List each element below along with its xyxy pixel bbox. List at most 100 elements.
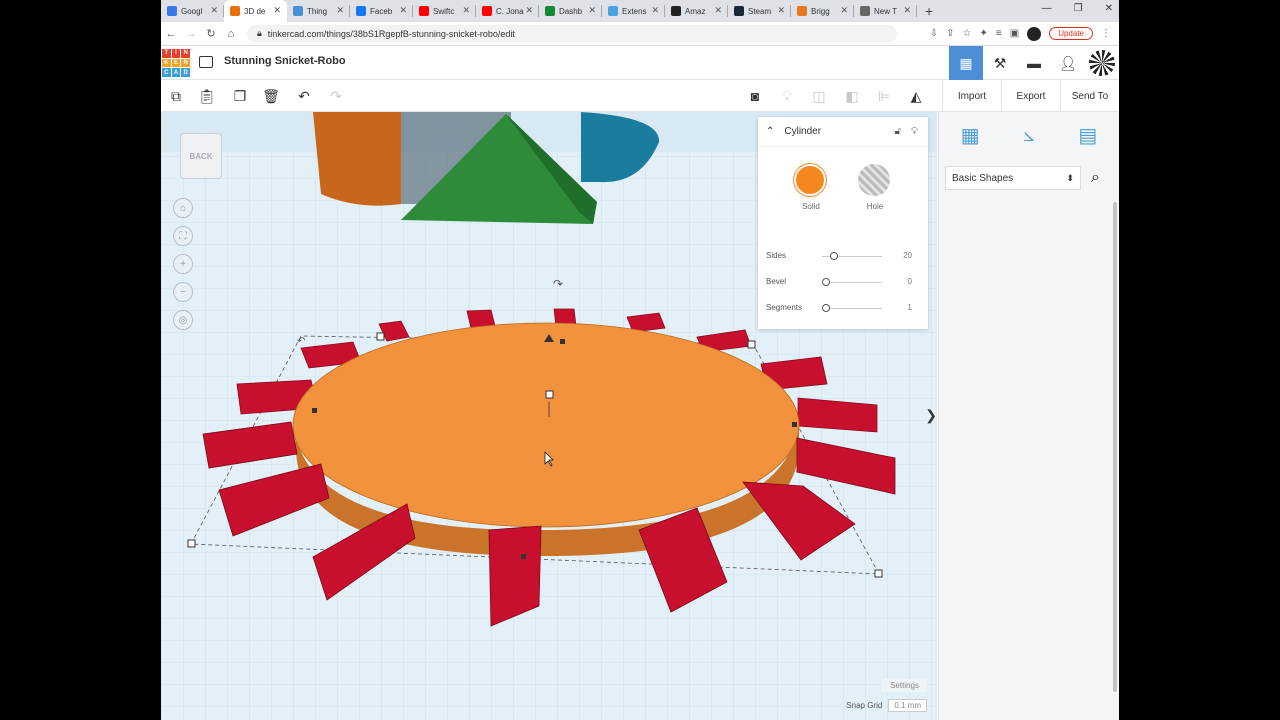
align-icon[interactable]: ⊫ bbox=[874, 86, 894, 106]
tab-close-icon[interactable]: ✕ bbox=[399, 5, 407, 16]
design-list-icon[interactable] bbox=[199, 56, 213, 68]
sides-slider[interactable] bbox=[830, 252, 838, 260]
browser-tab[interactable]: Swiftc ✕ bbox=[413, 0, 476, 22]
duplicate-icon[interactable]: ❐ bbox=[230, 86, 250, 106]
undo-icon[interactable]: ↶ bbox=[294, 86, 314, 106]
sidepanel-icon[interactable]: ▣ bbox=[1010, 28, 1019, 39]
mirror-icon[interactable]: ◭ bbox=[906, 86, 926, 106]
forward-icon[interactable]: → bbox=[181, 28, 201, 40]
browser-tab[interactable]: Faceb ✕ bbox=[350, 0, 413, 22]
segments-value[interactable]: 1 bbox=[908, 303, 912, 312]
rotate-handle-icon[interactable]: ↷ bbox=[553, 277, 563, 291]
extensions-icon[interactable]: ✦ bbox=[980, 28, 988, 39]
browser-tab[interactable]: Steam ✕ bbox=[728, 0, 791, 22]
bevel-track[interactable] bbox=[822, 282, 882, 283]
fit-view-icon[interactable]: ⛶ bbox=[173, 226, 193, 246]
copy-icon[interactable]: ⧉ bbox=[166, 86, 186, 106]
tab-close-icon[interactable]: ✕ bbox=[588, 5, 596, 16]
grid-view-icon[interactable]: ▦ bbox=[961, 123, 980, 148]
bookmark-star-icon[interactable]: ☆ bbox=[963, 28, 972, 39]
ungroup-icon[interactable]: ◧ bbox=[842, 86, 862, 106]
browser-tab[interactable]: 3D de ✕ bbox=[224, 0, 287, 22]
tab-close-icon[interactable]: ✕ bbox=[651, 5, 659, 16]
visibility-bulb-icon[interactable]: 💡︎ bbox=[911, 126, 918, 137]
view-cube[interactable]: BACK bbox=[180, 133, 222, 179]
tab-close-icon[interactable]: ✕ bbox=[714, 5, 722, 16]
home-view-icon[interactable]: ⌂ bbox=[173, 198, 193, 218]
segments-slider[interactable] bbox=[822, 304, 830, 312]
browser-tab[interactable]: New T ✕ bbox=[854, 0, 917, 22]
orange-disc-top[interactable] bbox=[292, 322, 800, 528]
redo-icon[interactable]: ↷ bbox=[326, 86, 346, 106]
browser-tab[interactable]: Amaz ✕ bbox=[665, 0, 728, 22]
bevel-slider[interactable] bbox=[822, 278, 830, 286]
menu-dots-icon[interactable]: ⋮ bbox=[1101, 28, 1111, 39]
delete-icon[interactable]: 🗑︎ bbox=[261, 86, 281, 106]
browser-tab[interactable]: C. Jona ✕ bbox=[476, 0, 539, 22]
perspective-icon[interactable]: ◎ bbox=[173, 310, 193, 330]
settings-button[interactable]: Settings bbox=[882, 679, 927, 692]
send-to-button[interactable]: Send To bbox=[1060, 80, 1119, 112]
browser-tab[interactable]: Thing ✕ bbox=[287, 0, 350, 22]
user-avatar[interactable] bbox=[1085, 46, 1119, 80]
inspector-header[interactable]: ⌃ Cylinder 🔓︎ 💡︎ bbox=[758, 117, 928, 147]
bg-cylinder[interactable] bbox=[313, 112, 401, 206]
search-icon[interactable]: ⌕ bbox=[1091, 169, 1100, 187]
sides-value[interactable]: 20 bbox=[903, 251, 912, 260]
segments-track[interactable] bbox=[822, 308, 882, 309]
paste-icon[interactable]: 📋︎ bbox=[197, 86, 217, 106]
tab-close-icon[interactable]: ✕ bbox=[525, 5, 533, 16]
zoom-out-icon[interactable]: − bbox=[173, 282, 193, 302]
solid-color-circle[interactable] bbox=[794, 164, 826, 196]
tab-close-icon[interactable]: ✕ bbox=[903, 5, 911, 16]
tab-close-icon[interactable]: ✕ bbox=[336, 5, 344, 16]
shape-category-select[interactable]: Basic Shapes ⬍ bbox=[945, 166, 1081, 190]
new-tab-button[interactable]: + bbox=[917, 0, 941, 22]
back-icon[interactable]: ← bbox=[161, 28, 181, 40]
browser-tab[interactable]: Extens ✕ bbox=[602, 0, 665, 22]
browser-tab[interactable]: Dashb ✕ bbox=[539, 0, 602, 22]
lock-shape-icon[interactable]: 🔓︎ bbox=[895, 126, 901, 137]
browser-tab[interactable]: Brigg ✕ bbox=[791, 0, 854, 22]
light-bulb-icon[interactable]: 💡︎ bbox=[777, 86, 797, 106]
reload-icon[interactable]: ↻ bbox=[201, 27, 221, 40]
export-button[interactable]: Export bbox=[1001, 80, 1060, 112]
profile-avatar[interactable] bbox=[1027, 26, 1042, 41]
bricks-icon[interactable]: ▬ bbox=[1017, 46, 1051, 80]
tab-close-icon[interactable]: ✕ bbox=[273, 5, 281, 16]
minimize-icon[interactable]: — bbox=[1042, 3, 1052, 14]
solid-swatch[interactable]: Solid bbox=[794, 164, 828, 211]
notes-icon[interactable]: ◙ bbox=[745, 86, 765, 106]
panel-collapse-chevron-icon[interactable]: ❯ bbox=[925, 407, 937, 424]
3d-design-grid-icon[interactable]: ▦ bbox=[949, 46, 983, 80]
install-icon[interactable]: ⇩ bbox=[930, 28, 938, 39]
rotate-side-icon[interactable]: ↶ bbox=[297, 336, 305, 347]
tab-close-icon[interactable]: ✕ bbox=[840, 5, 848, 16]
restore-icon[interactable]: ❐ bbox=[1074, 3, 1083, 14]
update-button[interactable]: Update bbox=[1049, 27, 1093, 40]
tab-close-icon[interactable]: ✕ bbox=[777, 5, 785, 16]
add-user-icon[interactable]: 👤︎ bbox=[1051, 46, 1085, 80]
browser-tab[interactable]: Googl ✕ bbox=[161, 0, 224, 22]
collapse-chevron-icon[interactable]: ⌃ bbox=[766, 126, 774, 137]
snap-grid-select[interactable]: 0.1 mm bbox=[888, 699, 927, 712]
hole-swatch[interactable]: Hole bbox=[858, 164, 892, 211]
bevel-value[interactable]: 0 bbox=[908, 277, 912, 286]
close-window-icon[interactable]: ✕ bbox=[1105, 3, 1113, 14]
panel-scrollbar[interactable] bbox=[1113, 202, 1117, 692]
media-icon[interactable]: ≡ bbox=[996, 28, 1002, 39]
tab-close-icon[interactable]: ✕ bbox=[462, 5, 470, 16]
design-title[interactable]: Stunning Snicket-Robo bbox=[224, 55, 346, 67]
share-icon[interactable]: ⇪ bbox=[946, 28, 954, 39]
ruler-icon[interactable]: ⦣ bbox=[1023, 124, 1035, 147]
tab-close-icon[interactable]: ✕ bbox=[210, 5, 218, 16]
blocks-pickaxe-icon[interactable]: ⚒ bbox=[983, 46, 1017, 80]
import-button[interactable]: Import bbox=[942, 80, 1001, 112]
tinkercad-logo[interactable]: TIN KER CAD bbox=[162, 49, 190, 77]
home-icon[interactable]: ⌂ bbox=[221, 28, 241, 40]
notes-panel-icon[interactable]: ▤ bbox=[1078, 123, 1097, 148]
url-field[interactable]: 🔒︎ tinkercad.com/things/38bS1RgepfB-stun… bbox=[247, 24, 897, 43]
hole-circle[interactable] bbox=[858, 164, 890, 196]
group-icon[interactable]: ◫ bbox=[809, 86, 829, 106]
zoom-in-icon[interactable]: + bbox=[173, 254, 193, 274]
